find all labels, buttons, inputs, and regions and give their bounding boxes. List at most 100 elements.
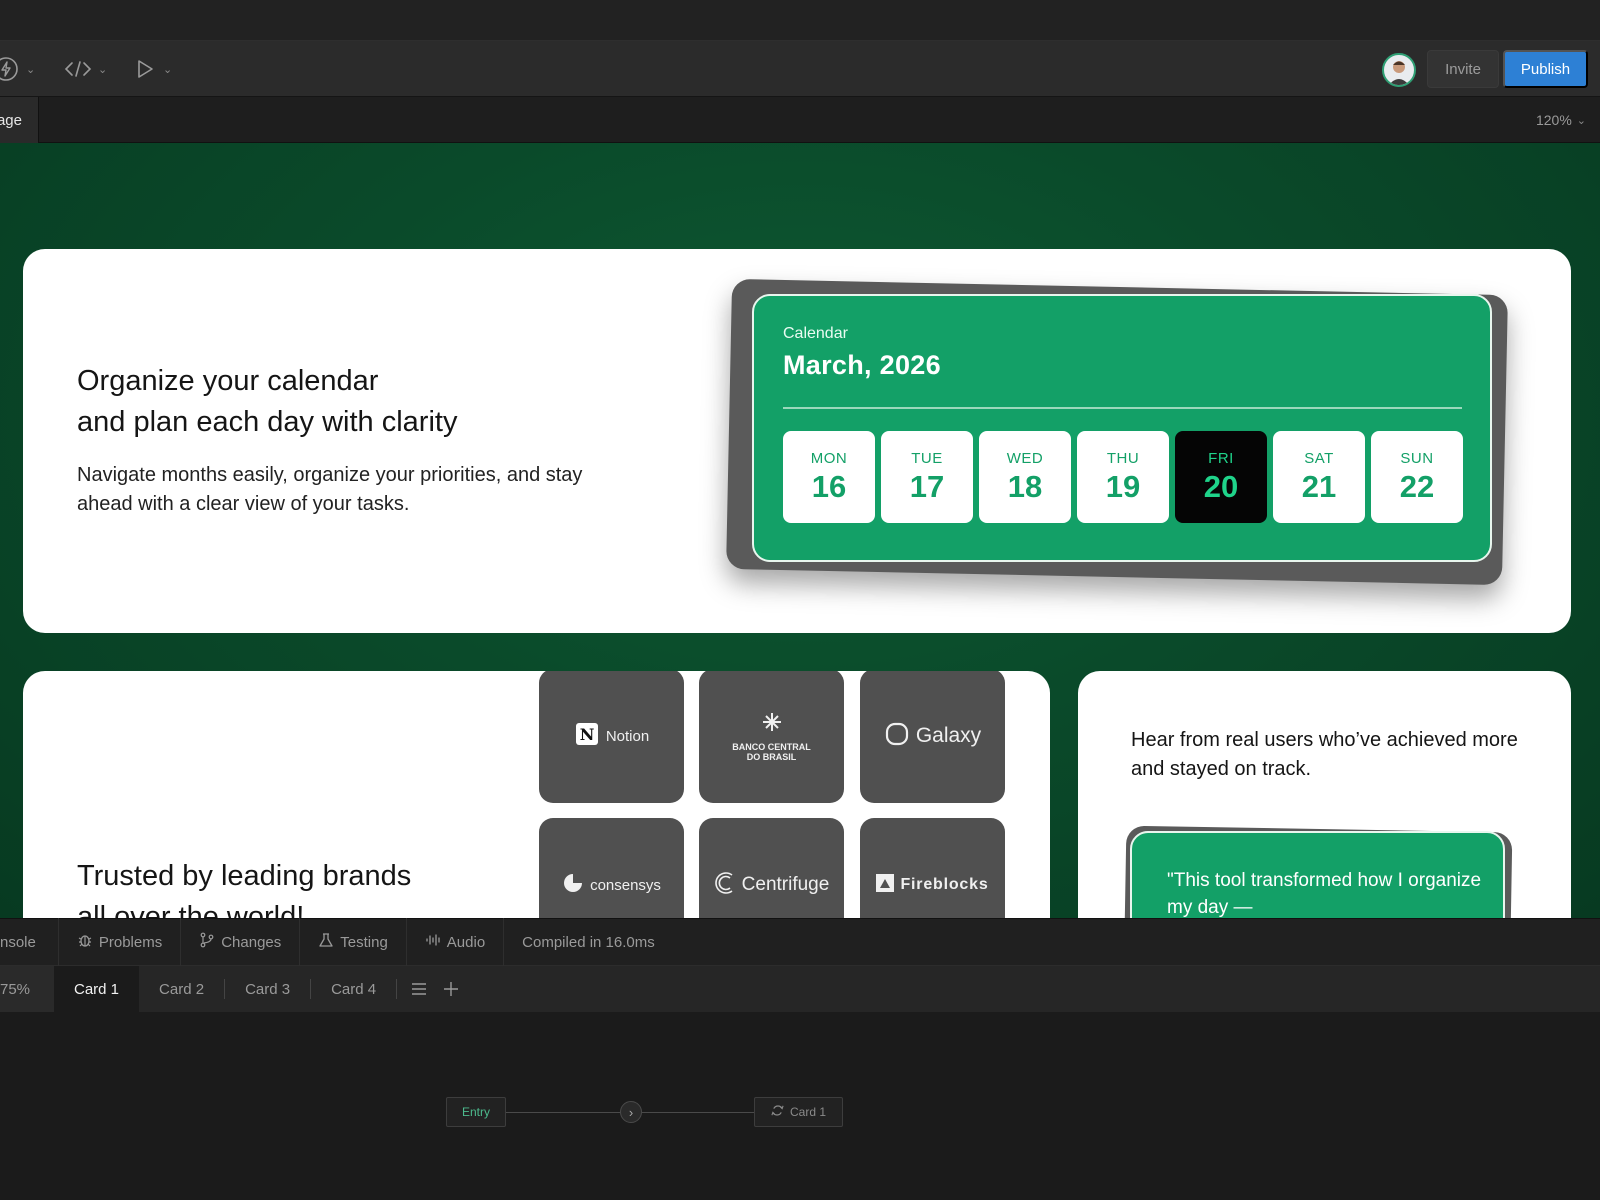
calendar-days: MON 16 TUE 17 WED 18 THU 19 FRI 20 SAT 21 SUN 2… xyxy=(783,431,1463,523)
tab-label: Card 2 xyxy=(159,980,205,998)
brands-title-line-2: all over the world! xyxy=(77,901,305,918)
list-icon[interactable] xyxy=(403,982,435,996)
day-cell-sun[interactable]: SUN 22 xyxy=(1371,431,1463,523)
day-cell-mon[interactable]: MON 16 xyxy=(783,431,875,523)
zoom-dropdown[interactable]: 120% ⌄ xyxy=(1536,97,1586,143)
add-card-icon[interactable] xyxy=(435,981,467,997)
tab-label: Testing xyxy=(340,933,388,951)
code-icon[interactable] xyxy=(64,59,92,79)
day-name: MON xyxy=(810,449,848,467)
flow-connector xyxy=(506,1112,620,1113)
day-name: SAT xyxy=(1304,449,1334,467)
loop-icon xyxy=(771,1104,784,1120)
tab-card-3[interactable]: Card 3 xyxy=(225,966,310,1012)
day-name: THU xyxy=(1106,449,1140,467)
publish-button[interactable]: Publish xyxy=(1503,50,1588,88)
zoom-value: 120% xyxy=(1535,112,1572,128)
hero-title-line-1: Organize your calendar xyxy=(77,365,379,397)
day-date: 20 xyxy=(1203,468,1239,504)
hero-title-line-2: and plan each day with clarity xyxy=(77,406,458,438)
flow-zoom-value[interactable]: 75% xyxy=(0,966,54,1012)
user-avatar[interactable] xyxy=(1382,53,1416,87)
tab-separator xyxy=(396,979,398,999)
logo-tile-banco-central[interactable]: BANCO CENTRAL DO BRASIL xyxy=(699,671,844,803)
play-icon[interactable] xyxy=(133,57,157,81)
chevron-right-icon[interactable]: › xyxy=(620,1101,642,1123)
flow-node-entry[interactable]: Entry xyxy=(446,1097,506,1127)
day-name: FRI xyxy=(1208,449,1234,467)
logo-tile-consensys[interactable]: consensys xyxy=(539,818,684,918)
day-cell-tue[interactable]: TUE 17 xyxy=(881,431,973,523)
tab-label: Audio xyxy=(446,933,486,951)
logo-name: Fireblocks xyxy=(900,876,989,893)
tab-changes[interactable]: Changes xyxy=(181,918,301,966)
brands-title: Trusted by leading brands all over the w… xyxy=(77,856,411,918)
node-label: Entry xyxy=(461,1105,490,1119)
day-cell-thu[interactable]: THU 19 xyxy=(1077,431,1169,523)
day-cell-fri-selected[interactable]: FRI 20 xyxy=(1175,431,1267,523)
tab-card-1[interactable]: Card 1 xyxy=(54,966,140,1012)
day-cell-wed[interactable]: WED 18 xyxy=(979,431,1071,523)
banco-central-logo-icon xyxy=(760,711,784,738)
galaxy-logo-icon xyxy=(884,721,910,752)
notion-logo-icon: N xyxy=(574,721,600,752)
flow-connector xyxy=(642,1112,754,1113)
hero-card[interactable]: Organize your calendar and plan each day… xyxy=(23,249,1571,633)
logo-tile-notion[interactable]: N Notion xyxy=(539,671,684,803)
day-date: 17 xyxy=(909,468,945,504)
logo-tile-fireblocks[interactable]: Fireblocks xyxy=(860,818,1005,918)
calendar-divider xyxy=(783,407,1462,409)
lightning-icon[interactable] xyxy=(0,55,20,83)
day-date: 16 xyxy=(811,468,847,504)
editor-toolbar: ⌄ ⌄ ⌄ Invite Publish xyxy=(0,41,1600,97)
tab-card-4[interactable]: Card 4 xyxy=(311,966,396,1012)
testimonials-card[interactable]: Hear from real users who’ve achieved mor… xyxy=(1078,671,1571,918)
page-tab[interactable]: age xyxy=(0,97,39,143)
bug-icon xyxy=(77,932,93,952)
chevron-down-icon[interactable]: ⌄ xyxy=(163,63,172,76)
tab-problems[interactable]: Problems xyxy=(59,918,182,966)
brands-card[interactable]: Trusted by leading brands all over the w… xyxy=(23,671,1050,918)
card-tabs-bar: 75% Card 1 Card 2 Card 3 Card 4 xyxy=(0,966,1600,1012)
logo-name: BANCO CENTRAL DO BRASIL xyxy=(732,741,811,762)
calendar-widget[interactable]: Calendar March, 2026 MON 16 TUE 17 WED 18 T… xyxy=(752,294,1492,562)
chevron-down-icon[interactable]: ⌄ xyxy=(26,63,35,76)
node-label: Card 1 xyxy=(789,1105,827,1119)
day-date: 22 xyxy=(1399,468,1435,504)
tab-card-2[interactable]: Card 2 xyxy=(139,966,224,1012)
calendar-label: Calendar xyxy=(783,325,848,342)
tab-audio[interactable]: Audio xyxy=(407,918,505,966)
logo-tile-galaxy[interactable]: Galaxy xyxy=(860,671,1005,803)
tab-console[interactable]: nsole xyxy=(0,918,59,966)
tab-testing[interactable]: Testing xyxy=(300,918,407,966)
design-canvas[interactable]: Organize your calendar and plan each day… xyxy=(0,143,1600,918)
day-date: 19 xyxy=(1105,468,1141,504)
flow-editor[interactable]: Entry › Card 1 xyxy=(0,1012,1600,1200)
flask-icon xyxy=(318,932,334,952)
logo-name: Notion xyxy=(605,727,650,745)
testimonials-intro: Hear from real users who’ve achieved mor… xyxy=(1131,729,1518,780)
code-menu[interactable]: ⌄ xyxy=(64,41,107,97)
tab-label: Card 1 xyxy=(74,980,120,998)
tab-label: Card 3 xyxy=(245,980,291,998)
window-top-strip xyxy=(0,0,1600,41)
lightning-menu[interactable]: ⌄ xyxy=(0,41,35,97)
logo-tile-centrifuge[interactable]: Centrifuge xyxy=(699,818,844,918)
branch-icon xyxy=(199,932,215,952)
logo-name: Galaxy xyxy=(915,724,982,747)
day-name: SUN xyxy=(1400,449,1434,467)
chevron-down-icon: ⌄ xyxy=(1576,114,1586,127)
page-tab-label: age xyxy=(0,111,22,129)
preview-menu[interactable]: ⌄ xyxy=(133,41,172,97)
centrifuge-logo-icon xyxy=(714,870,736,901)
invite-button[interactable]: Invite xyxy=(1427,50,1499,88)
day-cell-sat[interactable]: SAT 21 xyxy=(1273,431,1365,523)
flow-node-card-1[interactable]: Card 1 xyxy=(754,1097,843,1127)
chevron-down-icon[interactable]: ⌄ xyxy=(98,63,107,76)
logo-name: Centrifuge xyxy=(741,874,830,895)
hero-title: Organize your calendar and plan each day… xyxy=(77,361,457,443)
day-name: TUE xyxy=(911,449,943,467)
hero-description: Navigate months easily, organize your pr… xyxy=(77,464,583,515)
quote-card[interactable]: "This tool transformed how I organize my… xyxy=(1130,831,1505,918)
tab-label: Problems xyxy=(98,933,163,951)
